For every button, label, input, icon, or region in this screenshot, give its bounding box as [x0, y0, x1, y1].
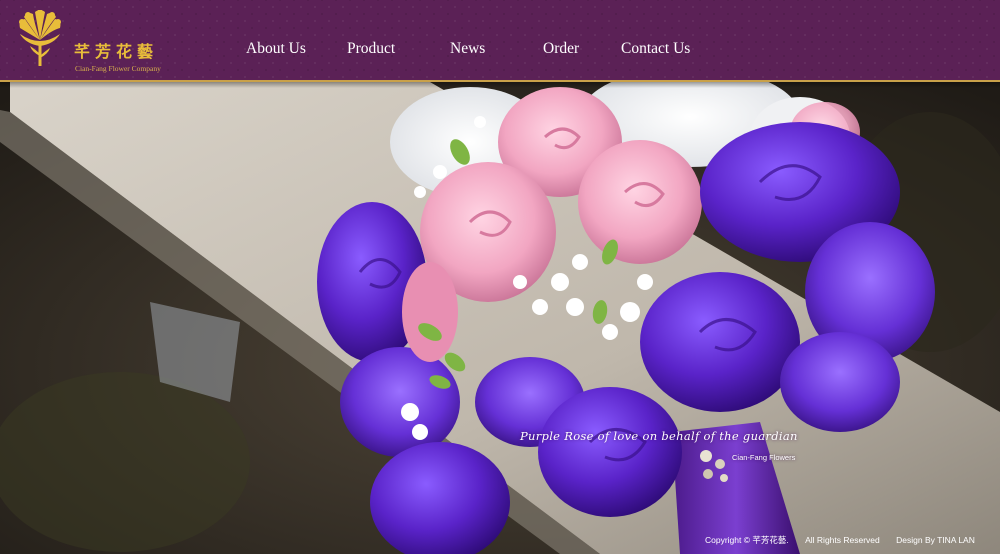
- site-footer: Copyright © 芊芳花藝. All Rights Reserved De…: [705, 534, 975, 546]
- nav-order[interactable]: Order: [543, 40, 579, 58]
- nav-about-us[interactable]: About Us: [246, 40, 306, 58]
- hero-caption-sub: Cian-Fang Flowers: [732, 453, 796, 462]
- header-shadow: [0, 82, 1000, 88]
- hero-caption: Purple Rose of love on behalf of the gua…: [520, 429, 798, 443]
- site-logo[interactable]: 芊芳花藝 Cian-Fang Flower Company: [14, 10, 174, 73]
- logo-subtitle: Cian-Fang Flower Company: [75, 64, 161, 73]
- nav-product[interactable]: Product: [347, 40, 395, 58]
- header-divider: [0, 80, 1000, 82]
- flower-crest-icon: [19, 10, 61, 66]
- hero-bouquet-photo: [0, 82, 1000, 554]
- logo-title: 芊芳花藝: [74, 42, 159, 61]
- bouquet-image: [0, 82, 1000, 554]
- homepage: 芊芳花藝 Cian-Fang Flower Company About Us P…: [0, 0, 1000, 554]
- nav-news[interactable]: News: [450, 40, 485, 58]
- footer-rights: All Rights Reserved: [805, 535, 880, 545]
- site-header: 芊芳花藝 Cian-Fang Flower Company About Us P…: [0, 0, 1000, 80]
- nav-contact-us[interactable]: Contact Us: [621, 40, 690, 58]
- footer-design-credit: Design By TINA LAN: [896, 535, 975, 545]
- footer-copyright: Copyright © 芊芳花藝.: [705, 535, 789, 545]
